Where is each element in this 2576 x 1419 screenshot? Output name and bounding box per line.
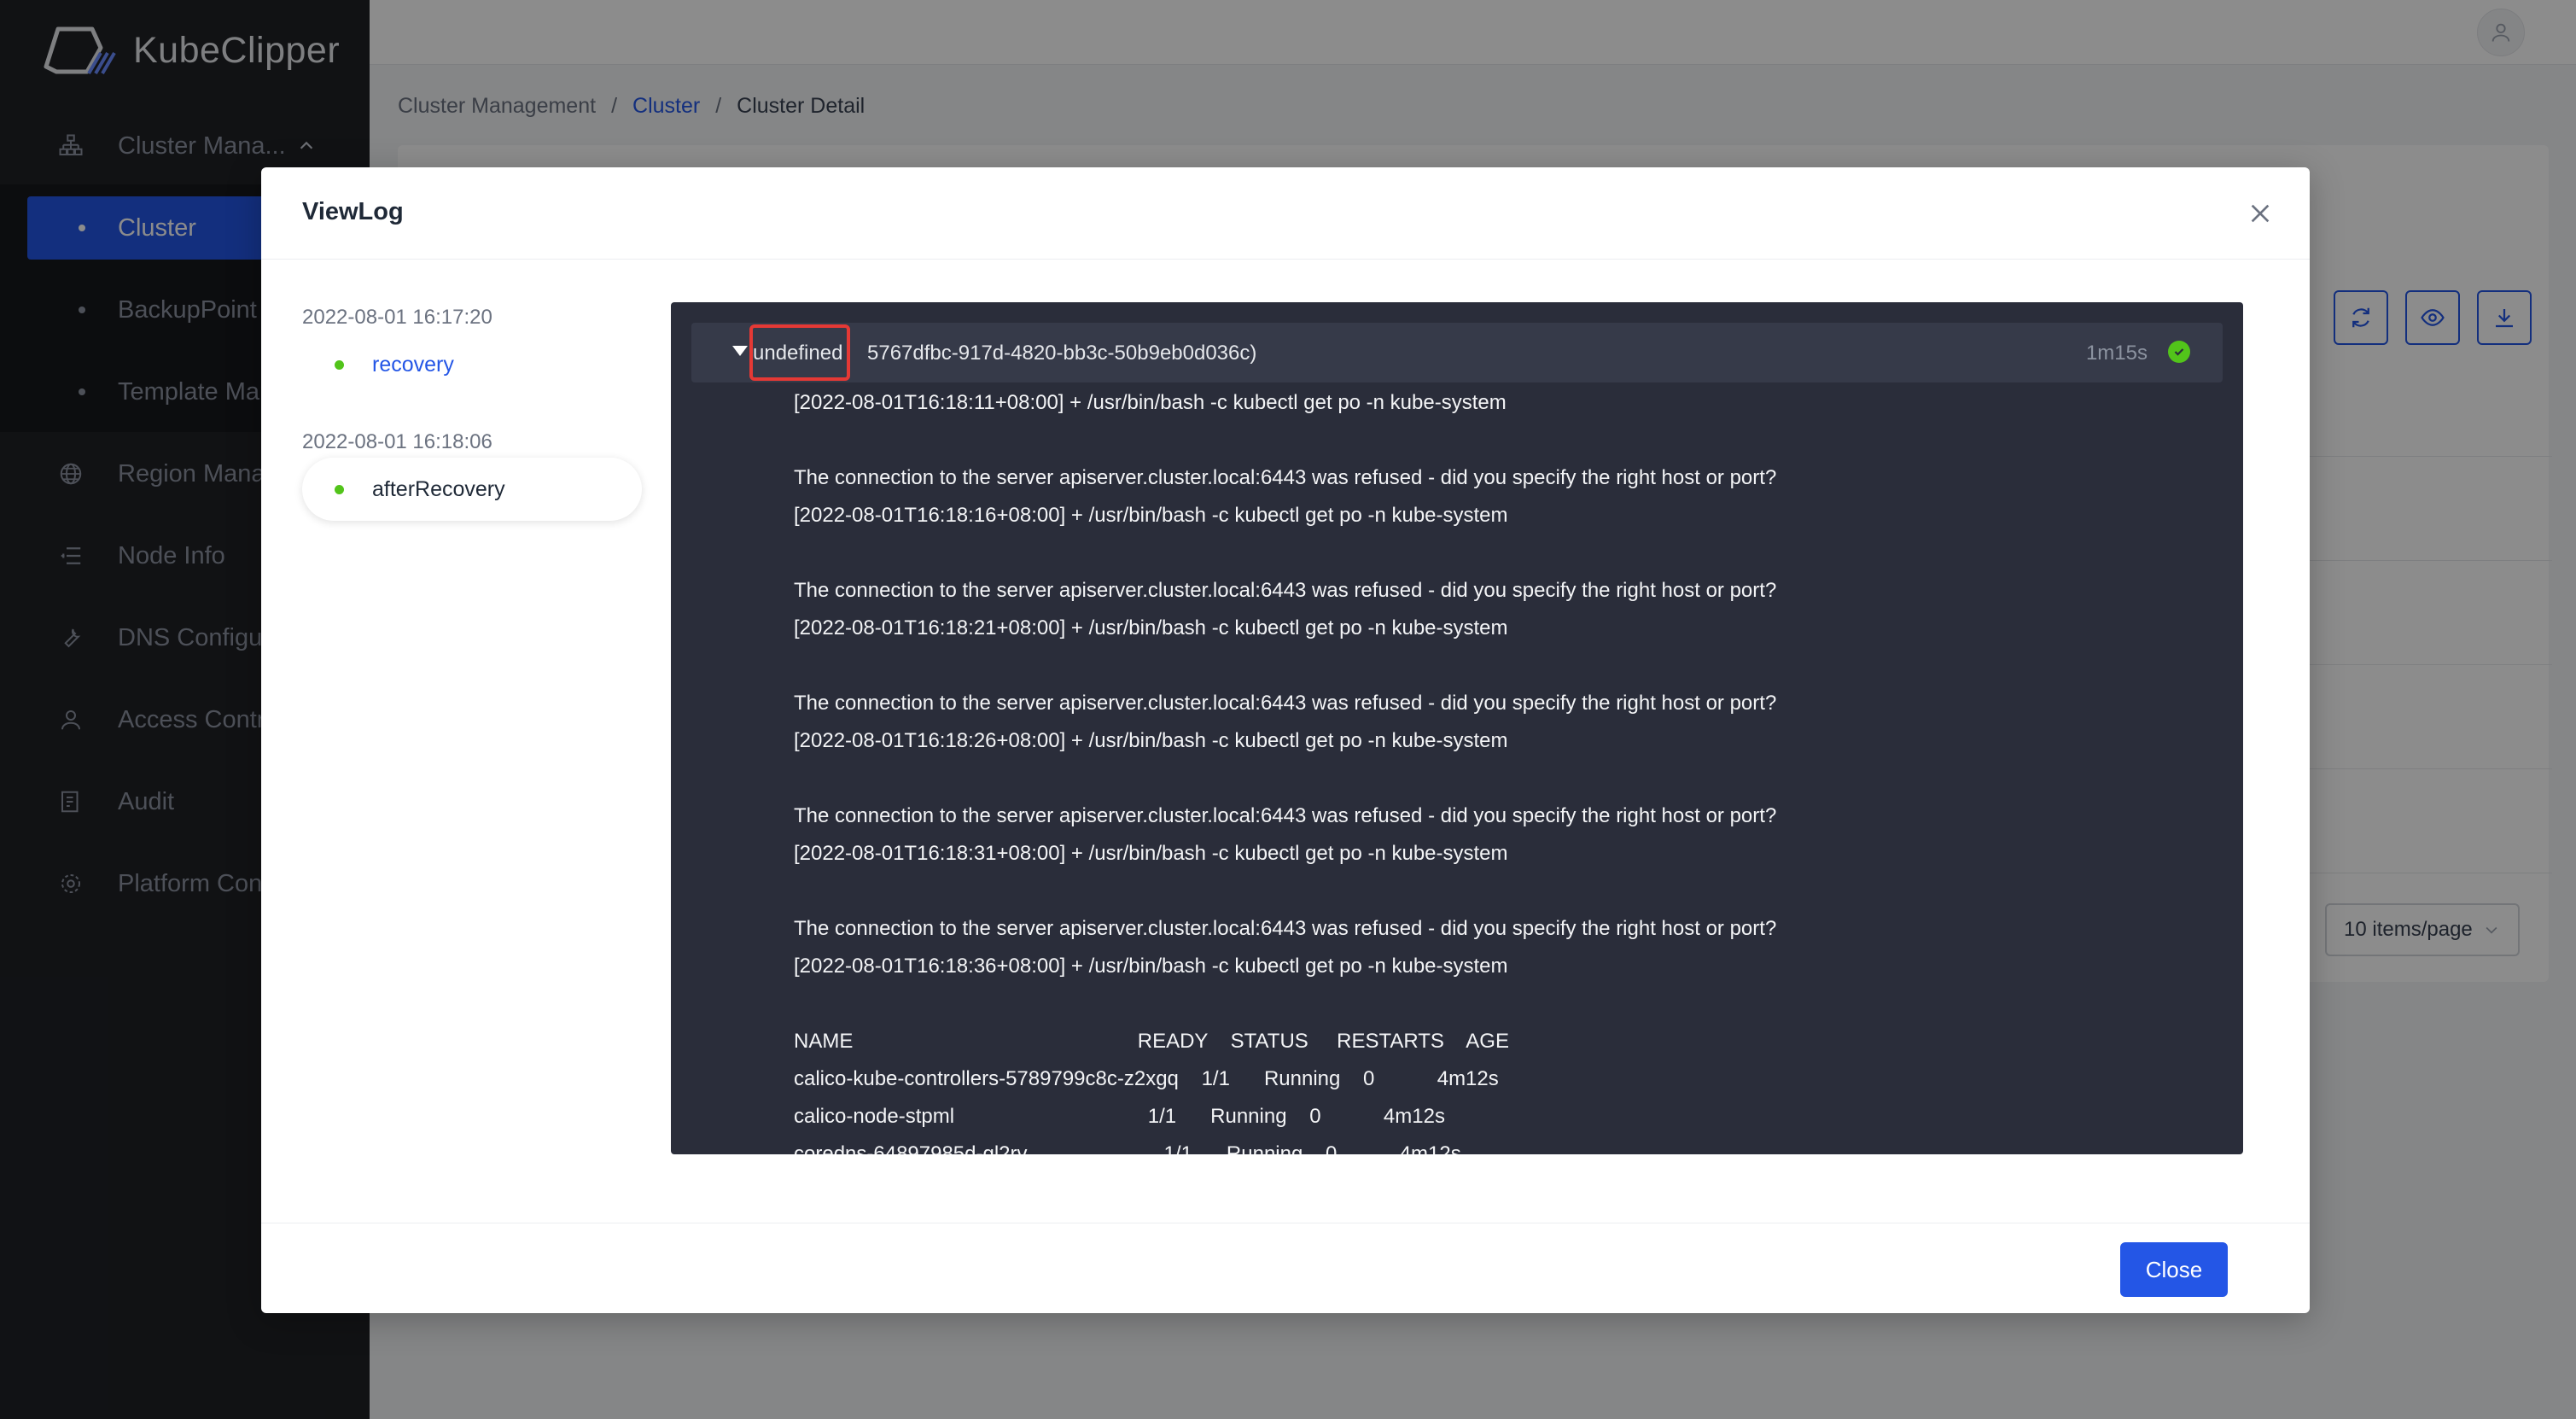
log-line: calico-kube-controllers-5789799c8c-z2xgq… xyxy=(794,1067,1499,1090)
log-line: NAME READY STATUS RESTARTS AGE xyxy=(794,1030,1509,1053)
status-dot-icon xyxy=(335,484,344,494)
log-line: [2022-08-01T16:18:36+08:00] + /usr/bin/b… xyxy=(794,955,1508,978)
log-line: [2022-08-01T16:18:21+08:00] + /usr/bin/b… xyxy=(794,616,1508,639)
log-line: The connection to the server apiserver.c… xyxy=(794,692,1777,715)
step-item-recovery[interactable]: recovery xyxy=(302,333,642,396)
caret-down-icon[interactable] xyxy=(732,346,748,356)
log-line: The connection to the server apiserver.c… xyxy=(794,466,1777,489)
close-button[interactable]: Close xyxy=(2120,1242,2228,1297)
log-line: coredns-64897985d-gl2rv 1/1 Running 0 4m… xyxy=(794,1142,1461,1154)
log-header-id: 5767dfbc-917d-4820-bb3c-50b9eb0d036c) xyxy=(867,342,1257,365)
log-line: [2022-08-01T16:18:26+08:00] + /usr/bin/b… xyxy=(794,729,1508,752)
log-duration: 1m15s xyxy=(2085,342,2148,365)
log-line: calico-node-stpml 1/1 Running 0 4m12s xyxy=(794,1105,1445,1128)
step-date: 2022-08-01 16:18:06 xyxy=(302,430,492,453)
log-panel[interactable]: undefined 5767dfbc-917d-4820-bb3c-50b9eb… xyxy=(671,302,2243,1154)
log-line: [2022-08-01T16:18:31+08:00] + /usr/bin/b… xyxy=(794,842,1508,865)
log-line: The connection to the server apiserver.c… xyxy=(794,579,1777,602)
status-dot-icon xyxy=(335,359,344,370)
log-line: The connection to the server apiserver.c… xyxy=(794,917,1777,940)
viewlog-modal: ViewLog 2022-08-01 16:17:20 recovery 202… xyxy=(261,167,2310,1313)
step-item-afterrecovery[interactable]: afterRecovery xyxy=(302,458,642,521)
highlight-annotation xyxy=(749,324,850,381)
log-line: [2022-08-01T16:18:16+08:00] + /usr/bin/b… xyxy=(794,504,1508,527)
log-task-header[interactable]: undefined 5767dfbc-917d-4820-bb3c-50b9eb… xyxy=(691,323,2223,382)
log-line: [2022-08-01T16:18:11+08:00] + /usr/bin/b… xyxy=(794,391,1507,414)
step-date: 2022-08-01 16:17:20 xyxy=(302,306,492,329)
step-label: recovery xyxy=(372,352,454,377)
modal-header: ViewLog xyxy=(261,167,2310,260)
modal-footer: Close xyxy=(261,1223,2310,1313)
log-line: The connection to the server apiserver.c… xyxy=(794,804,1777,827)
modal-title: ViewLog xyxy=(302,198,404,225)
close-icon[interactable] xyxy=(2247,200,2274,227)
step-label: afterRecovery xyxy=(372,476,505,501)
success-check-icon xyxy=(2168,341,2190,363)
